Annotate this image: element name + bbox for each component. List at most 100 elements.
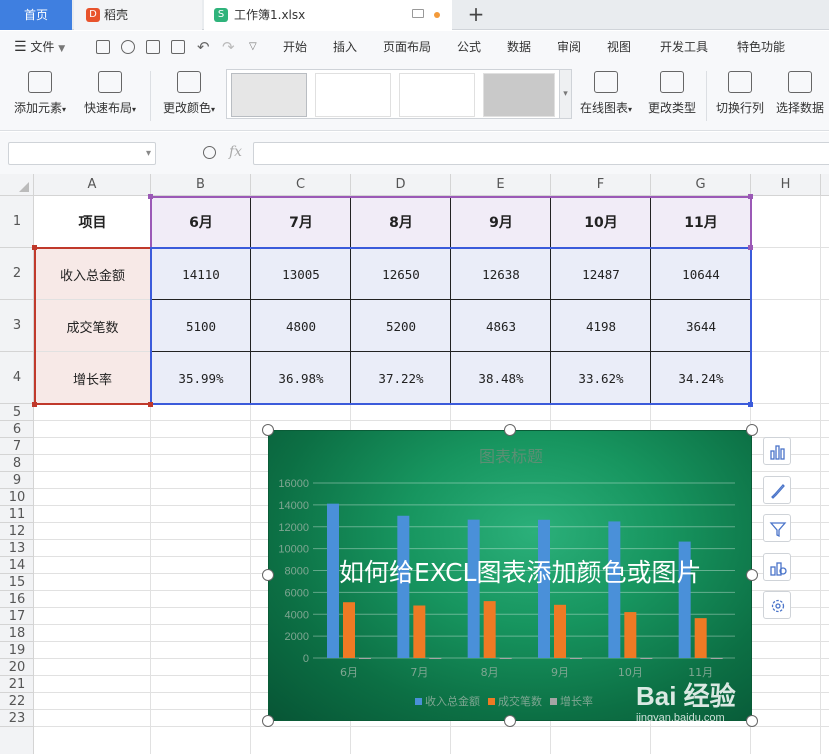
bar-0-4[interactable] (608, 521, 621, 658)
table-cell[interactable]: 4198 (551, 300, 651, 352)
row-header[interactable]: 9 (0, 472, 34, 489)
column-header-d[interactable]: D (351, 174, 451, 196)
table-cell[interactable]: 38.48% (451, 352, 551, 404)
chart-title[interactable]: 图表标题 (269, 443, 753, 467)
table-cell[interactable]: 33.62% (551, 352, 651, 404)
add-element-button[interactable]: 添加元素▾ (8, 69, 72, 121)
chart-styles-button[interactable] (763, 476, 791, 504)
table-header-cell[interactable]: 7月 (251, 196, 351, 248)
function-icon[interactable]: fx (229, 144, 242, 160)
bar-1-1[interactable] (413, 605, 426, 659)
file-menu[interactable]: ☰ 文件 ▼ (14, 31, 74, 63)
menu-review[interactable]: 审阅 (557, 31, 581, 63)
chevron-down-icon[interactable]: ▾ (146, 148, 151, 159)
table-cell[interactable]: 4800 (251, 300, 351, 352)
table-header-cell[interactable]: 6月 (151, 196, 251, 248)
resize-handle[interactable] (746, 424, 758, 436)
bar-1-4[interactable] (624, 612, 637, 658)
print-preview-icon[interactable] (171, 40, 185, 54)
switch-row-col-button[interactable]: 切换行列 (712, 69, 768, 121)
menu-developer[interactable]: 开发工具 (660, 31, 708, 63)
menu-special-features[interactable]: 特色功能 (737, 31, 785, 63)
table-cell[interactable]: 12650 (351, 248, 451, 300)
row-header[interactable]: 16 (0, 591, 34, 608)
print-icon[interactable] (146, 40, 160, 54)
table-cell[interactable]: 12487 (551, 248, 651, 300)
row-header[interactable]: 13 (0, 540, 34, 557)
chart-legend[interactable]: 收入总金额 成交笔数 增长率 (415, 693, 593, 709)
bar-1-0[interactable] (343, 602, 355, 658)
change-type-button[interactable]: 更改类型 (644, 69, 700, 121)
row-header[interactable]: 14 (0, 557, 34, 574)
resize-handle[interactable] (504, 715, 516, 727)
column-header-h[interactable]: H (751, 174, 821, 196)
row-header[interactable]: 3 (0, 300, 34, 352)
table-header-cell[interactable]: 10月 (551, 196, 651, 248)
row-header[interactable]: 5 (0, 404, 34, 421)
bar-2-0[interactable] (359, 657, 371, 659)
save-icon[interactable] (96, 40, 110, 54)
bar-1-2[interactable] (483, 601, 496, 658)
bar-2-5[interactable] (710, 657, 723, 659)
resize-handle[interactable] (262, 715, 274, 727)
menu-data[interactable]: 数据 (507, 31, 531, 63)
bar-2-3[interactable] (570, 657, 582, 659)
table-header-cell[interactable]: 9月 (451, 196, 551, 248)
table-cell[interactable]: 12638 (451, 248, 551, 300)
new-tab-button[interactable]: + (464, 0, 488, 30)
quick-access-more-icon[interactable]: ▽ (249, 31, 257, 63)
bar-0-0[interactable] (327, 503, 339, 658)
row-header[interactable]: 23 (0, 710, 34, 727)
name-box[interactable]: ▾ (8, 142, 156, 165)
menu-page-layout[interactable]: 页面布局 (383, 31, 431, 63)
row-header[interactable]: 12 (0, 523, 34, 540)
row-header[interactable]: 15 (0, 574, 34, 591)
table-row-label[interactable]: 收入总金额 (34, 248, 151, 300)
row-header[interactable]: 21 (0, 676, 34, 693)
table-cell[interactable]: 14110 (151, 248, 251, 300)
format-painter-icon[interactable] (121, 40, 135, 54)
table-cell[interactable]: 4863 (451, 300, 551, 352)
chart-elements-button[interactable] (763, 437, 791, 465)
change-color-button[interactable]: 更改颜色▾ (158, 69, 220, 121)
quick-layout-button[interactable]: 快速布局▾ (78, 69, 142, 121)
menu-insert[interactable]: 插入 (333, 31, 357, 63)
row-header[interactable]: 11 (0, 506, 34, 523)
table-header-cell[interactable]: 项目 (34, 196, 151, 248)
online-chart-button[interactable]: 在线图表▾ (576, 69, 636, 121)
row-header[interactable]: 1 (0, 196, 34, 248)
row-header[interactable]: 19 (0, 642, 34, 659)
row-header[interactable]: 7 (0, 438, 34, 455)
chart-filter-button[interactable] (763, 514, 791, 542)
column-header-a[interactable]: A (34, 174, 151, 196)
chart-style-4[interactable] (483, 73, 555, 117)
chart-style-1[interactable] (231, 73, 307, 117)
resize-handle[interactable] (262, 424, 274, 436)
menu-formula[interactable]: 公式 (457, 31, 481, 63)
table-row-label[interactable]: 成交笔数 (34, 300, 151, 352)
resize-handle[interactable] (746, 569, 758, 581)
bar-2-4[interactable] (640, 657, 653, 659)
gallery-more-button[interactable]: ▾ (559, 70, 571, 118)
online-chart-side-button[interactable] (763, 553, 791, 581)
table-cell[interactable]: 36.98% (251, 352, 351, 404)
resize-handle[interactable] (504, 424, 516, 436)
select-data-button[interactable]: 选择数据 (772, 69, 828, 121)
row-header[interactable]: 6 (0, 421, 34, 438)
column-header-f[interactable]: F (551, 174, 651, 196)
column-header-e[interactable]: E (451, 174, 551, 196)
row-header[interactable]: 18 (0, 625, 34, 642)
chart-style-3[interactable] (399, 73, 475, 117)
table-cell[interactable]: 37.22% (351, 352, 451, 404)
chart-style-2[interactable] (315, 73, 391, 117)
table-cell[interactable]: 5200 (351, 300, 451, 352)
table-cell[interactable]: 35.99% (151, 352, 251, 404)
table-cell[interactable]: 5100 (151, 300, 251, 352)
menu-start[interactable]: 开始 (283, 31, 307, 63)
table-cell[interactable]: 13005 (251, 248, 351, 300)
bar-2-1[interactable] (429, 657, 442, 659)
column-header-b[interactable]: B (151, 174, 251, 196)
table-cell[interactable]: 3644 (651, 300, 751, 352)
row-header[interactable]: 20 (0, 659, 34, 676)
zoom-icon[interactable] (203, 146, 216, 159)
